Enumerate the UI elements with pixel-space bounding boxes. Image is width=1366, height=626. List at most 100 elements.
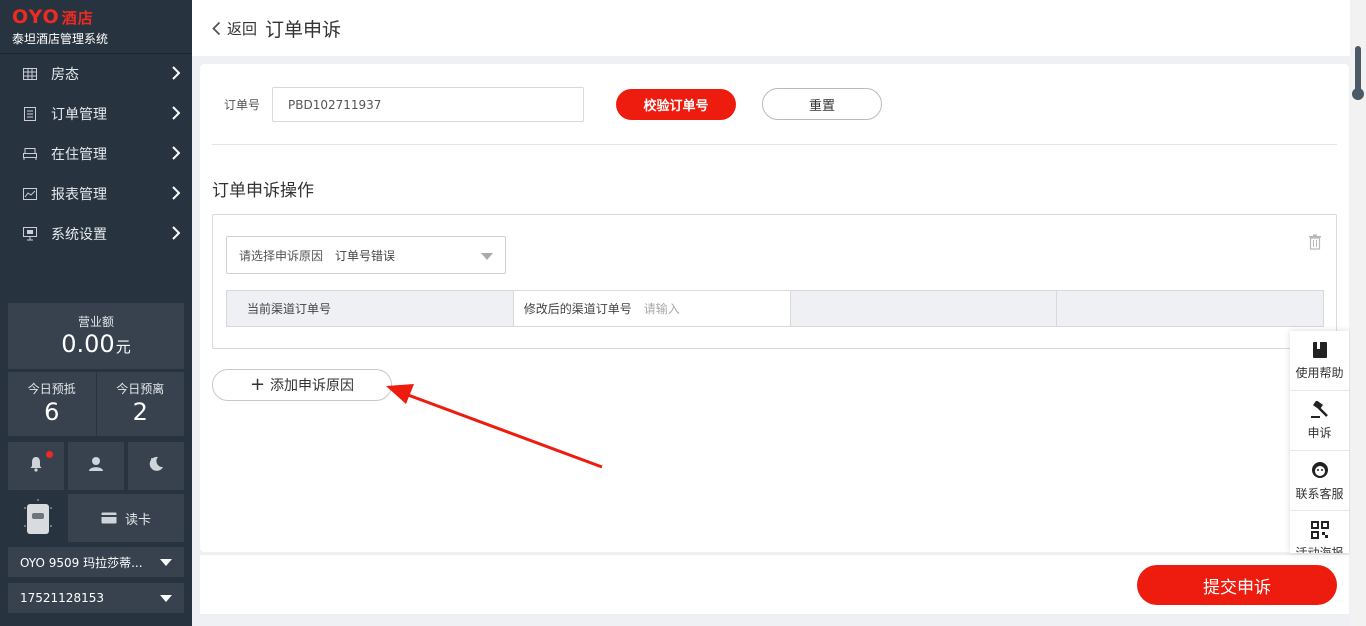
chevron-down-icon: [160, 559, 172, 566]
sidebar-menu: 房态 订单管理 在住管理 报表管理 系统设置: [0, 54, 192, 254]
arrivals-stat[interactable]: 今日预抵 6: [8, 372, 97, 436]
help-button[interactable]: 使用帮助: [1290, 331, 1349, 391]
reason-select[interactable]: 请选择申诉原因 订单号错误: [226, 236, 506, 274]
page-header: 返回 订单申诉: [192, 0, 1350, 56]
read-card-label: 读卡: [124, 512, 151, 528]
divider: [212, 144, 1337, 145]
brand-subtitle: 泰坦酒店管理系统: [12, 32, 109, 46]
sidebar: OYO 酒店 泰坦酒店管理系统 房态 订单管理 在住管理 报表管理 系统设置 营…: [0, 0, 192, 626]
user-icon: [87, 456, 105, 476]
revenue-value: 0.00元: [8, 330, 184, 358]
arrivals-departures: 今日预抵 6 今日预离 2: [8, 372, 184, 436]
verify-order-button[interactable]: 校验订单号: [616, 89, 736, 120]
card-reader-device-icon: [8, 494, 68, 542]
sidebar-item-orders[interactable]: 订单管理: [0, 94, 192, 134]
back-button[interactable]: 返回: [212, 18, 257, 39]
submit-appeal-button[interactable]: 提交申诉: [1137, 565, 1337, 605]
chevron-down-icon: [481, 253, 493, 260]
back-label: 返回: [227, 19, 258, 38]
departures-label: 今日预离: [116, 382, 165, 396]
monitor-icon: [22, 227, 38, 241]
sidebar-item-label: 房态: [51, 67, 79, 83]
book-icon: [1312, 341, 1327, 358]
empty-cell: [1057, 291, 1323, 326]
modified-channel-input[interactable]: 请输入: [644, 300, 680, 317]
sidebar-item-label: 报表管理: [51, 187, 107, 203]
departures-stat[interactable]: 今日预离 2: [97, 372, 185, 436]
arrivals-label: 今日预抵: [27, 382, 76, 396]
bottom-bar: 提交申诉: [200, 554, 1349, 614]
guest-button[interactable]: [68, 442, 124, 490]
customer-service-button[interactable]: 联系客服: [1290, 451, 1349, 511]
modified-channel-label: 修改后的渠道订单号: [523, 302, 632, 316]
appeal-form: 订单号 校验订单号 重置 订单申诉操作 请选择申诉原因 订单号错误 当前渠道订单…: [200, 64, 1349, 552]
order-number-input[interactable]: [272, 87, 584, 122]
chart-icon: [22, 187, 38, 201]
sidebar-item-label: 在住管理: [51, 147, 107, 163]
stats-panel: 营业额 0.00元 今日预抵 6 今日预离 2: [8, 303, 184, 436]
add-reason-label: 添加申诉原因: [270, 378, 355, 394]
gavel-icon: [1310, 400, 1328, 418]
sidebar-item-reports[interactable]: 报表管理: [0, 174, 192, 214]
grid-icon: [22, 67, 38, 81]
brand: OYO 酒店 泰坦酒店管理系统: [0, 0, 192, 54]
sidebar-item-room-status[interactable]: 房态: [0, 54, 192, 94]
revenue-label: 营业额: [77, 315, 114, 329]
document-icon: [22, 107, 38, 121]
channel-order-grid: 当前渠道订单号 修改后的渠道订单号 请输入: [226, 290, 1324, 327]
order-number-row: 订单号: [224, 87, 584, 122]
departures-value: 2: [132, 398, 148, 426]
reason-box: 请选择申诉原因 订单号错误 当前渠道订单号 修改后的渠道订单号 请输入: [212, 214, 1337, 349]
brand-hotel-text: 酒店: [61, 9, 94, 27]
empty-cell: [790, 291, 1058, 326]
current-channel-label: 当前渠道订单号: [227, 291, 514, 326]
order-number-label: 订单号: [224, 98, 261, 112]
chevron-right-icon: [172, 226, 181, 244]
revenue-unit: 元: [115, 338, 131, 356]
float-toolbar: 使用帮助 申诉 联系客服 活动海报: [1290, 331, 1349, 553]
revenue-number: 0.00: [61, 330, 115, 358]
page-title: 订单申诉: [265, 18, 342, 41]
hotel-select[interactable]: OYO 9509 玛拉莎蒂...: [8, 547, 184, 577]
scrollbar[interactable]: [1350, 0, 1366, 626]
read-card-button[interactable]: 读卡: [68, 494, 184, 542]
scrollbar-thumb[interactable]: [1352, 46, 1364, 100]
chevron-right-icon: [172, 106, 181, 124]
account-select[interactable]: 17521128153: [8, 583, 184, 613]
trash-icon[interactable]: [1308, 234, 1322, 254]
annotation-arrow-icon: [386, 384, 603, 469]
help-label: 使用帮助: [1295, 365, 1344, 380]
brand-logo: OYO 酒店: [12, 6, 180, 29]
add-reason-button[interactable]: + 添加申诉原因: [212, 369, 392, 401]
card-reader-row: 读卡: [8, 494, 184, 542]
sidebar-item-settings[interactable]: 系统设置: [0, 214, 192, 254]
chevron-down-icon: [160, 595, 172, 602]
bell-icon: [28, 456, 44, 476]
poster-button[interactable]: 活动海报: [1290, 511, 1349, 553]
headset-icon: [1311, 461, 1328, 478]
reason-select-label: 请选择申诉原因: [239, 248, 324, 263]
customer-service-label: 联系客服: [1295, 486, 1344, 501]
notification-dot: [46, 451, 53, 458]
reset-button[interactable]: 重置: [762, 88, 882, 120]
chevron-right-icon: [172, 146, 181, 164]
quick-actions: [8, 442, 184, 490]
brand-logo-text: OYO: [12, 6, 60, 28]
hotel-select-value: OYO 9509 玛拉莎蒂...: [20, 555, 143, 570]
sidebar-item-in-house[interactable]: 在住管理: [0, 134, 192, 174]
chevron-right-icon: [172, 186, 181, 204]
plus-icon: +: [249, 374, 266, 395]
moon-icon: [147, 455, 165, 477]
revenue-stat: 营业额 0.00元: [8, 303, 184, 369]
modified-channel-cell[interactable]: 修改后的渠道订单号 请输入: [513, 291, 791, 326]
chevron-right-icon: [172, 66, 181, 84]
notification-button[interactable]: [8, 442, 64, 490]
account-select-value: 17521128153: [20, 591, 104, 605]
chevron-left-icon: [212, 21, 221, 35]
arrivals-value: 6: [44, 398, 60, 426]
sidebar-item-label: 系统设置: [51, 227, 107, 243]
night-audit-button[interactable]: [128, 442, 184, 490]
reason-select-value: 订单号错误: [335, 248, 396, 263]
section-title: 订单申诉操作: [212, 181, 314, 201]
appeal-button[interactable]: 申诉: [1290, 391, 1349, 451]
